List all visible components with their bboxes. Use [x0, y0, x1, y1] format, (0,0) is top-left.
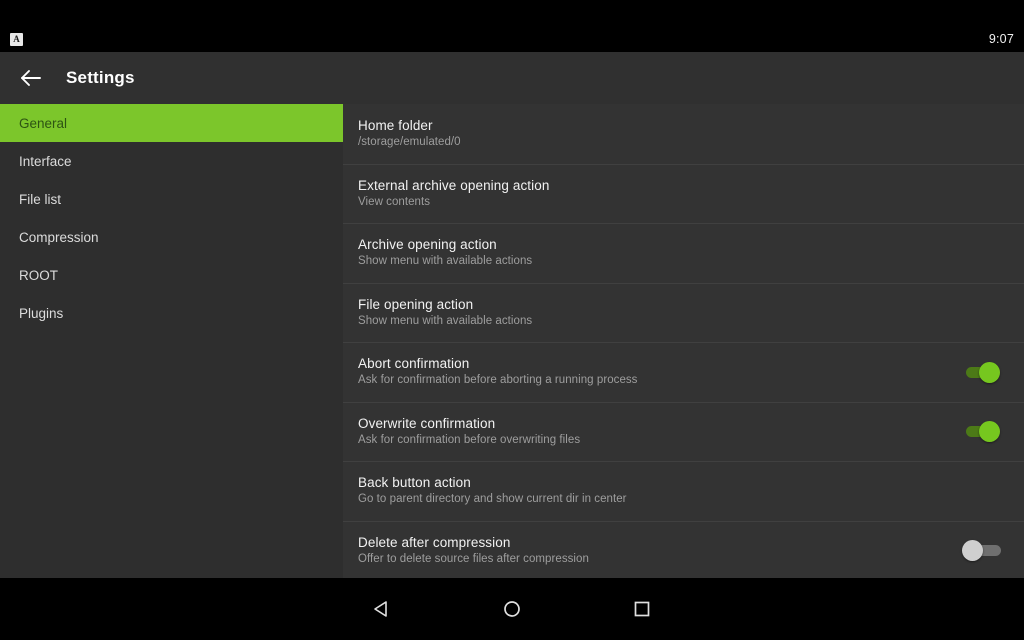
status-bar-clock: 9:07	[988, 32, 1014, 46]
setting-title: External archive opening action	[358, 177, 550, 193]
setting-row-texts: External archive opening action View con…	[358, 177, 1004, 210]
setting-subtitle: Ask for confirmation before aborting a r…	[358, 374, 638, 387]
setting-row-abort-confirmation[interactable]: Abort confirmation Ask for confirmation …	[343, 342, 1024, 402]
content-area: General Interface File list Compression …	[0, 104, 1024, 578]
setting-row-overwrite-confirmation[interactable]: Overwrite confirmation Ask for confirmat…	[343, 401, 1024, 462]
toggle-knob	[962, 540, 983, 562]
setting-row-home-folder[interactable]: Home folder /storage/emulated/0	[343, 104, 1024, 164]
android-navigation-bar	[0, 578, 1024, 640]
toggle-delete-after-compression[interactable]	[962, 537, 1004, 563]
notification-glyph: A	[13, 34, 20, 44]
back-arrow-icon[interactable]	[18, 65, 44, 91]
toggle-knob	[979, 361, 1000, 383]
setting-subtitle: Show menu with available actions	[358, 255, 533, 268]
setting-title: Overwrite confirmation	[358, 415, 496, 431]
setting-row-texts: Delete after compression Offer to delete…	[358, 534, 962, 567]
status-bar: A 9:07	[0, 0, 1024, 52]
setting-row-archive-opening-action[interactable]: Archive opening action Show menu with av…	[343, 223, 1024, 283]
device-screen: A 9:07 Settings General Interface File l…	[0, 0, 1024, 640]
setting-title: Home folder	[358, 118, 433, 134]
toggle-knob	[979, 421, 1000, 443]
sidebar-item-label: Compression	[19, 229, 99, 245]
nav-recents-button[interactable]	[577, 578, 707, 640]
nav-back-button[interactable]	[317, 578, 447, 640]
toggle-abort-confirmation[interactable]	[962, 359, 1004, 385]
page-title: Settings	[66, 68, 135, 87]
app-notification-icon: A	[10, 33, 23, 46]
nav-home-button[interactable]	[447, 578, 577, 640]
settings-list: Home folder /storage/emulated/0 External…	[343, 104, 1024, 578]
setting-subtitle: Show menu with available actions	[358, 314, 533, 327]
sidebar-item-plugins[interactable]: Plugins	[0, 294, 343, 332]
setting-row-texts: Home folder /storage/emulated/0	[358, 117, 1004, 150]
setting-row-texts: File opening action Show menu with avail…	[358, 296, 1004, 329]
sidebar-item-general[interactable]: General	[0, 104, 343, 142]
sidebar-item-interface[interactable]: Interface	[0, 142, 343, 180]
settings-sidebar: General Interface File list Compression …	[0, 104, 343, 578]
setting-row-texts: Back button action Go to parent director…	[358, 474, 1004, 507]
setting-title: Archive opening action	[358, 237, 497, 253]
setting-subtitle: Go to parent directory and show current …	[358, 493, 627, 506]
sidebar-item-label: General	[19, 115, 68, 131]
toggle-overwrite-confirmation[interactable]	[962, 418, 1004, 444]
setting-subtitle: /storage/emulated/0	[358, 136, 461, 149]
setting-row-texts: Overwrite confirmation Ask for confirmat…	[358, 415, 962, 448]
setting-row-external-archive-opening-action[interactable]: External archive opening action View con…	[343, 163, 1024, 224]
setting-row-texts: Abort confirmation Ask for confirmation …	[358, 355, 962, 388]
setting-title: File opening action	[358, 296, 474, 312]
setting-title: Abort confirmation	[358, 356, 470, 372]
sidebar-item-compression[interactable]: Compression	[0, 218, 343, 256]
setting-row-texts: Archive opening action Show menu with av…	[358, 236, 1004, 269]
sidebar-item-root[interactable]: ROOT	[0, 256, 343, 294]
sidebar-item-label: File list	[19, 191, 62, 207]
sidebar-item-file-list[interactable]: File list	[0, 180, 343, 218]
setting-row-delete-after-compression[interactable]: Delete after compression Offer to delete…	[343, 520, 1024, 579]
setting-title: Back button action	[358, 475, 471, 491]
status-bar-left: A	[10, 33, 23, 46]
sidebar-item-label: Plugins	[19, 305, 64, 321]
sidebar-item-label: ROOT	[19, 267, 58, 283]
setting-row-file-opening-action[interactable]: File opening action Show menu with avail…	[343, 282, 1024, 343]
setting-subtitle: Ask for confirmation before overwriting …	[358, 433, 581, 446]
sidebar-item-label: Interface	[19, 153, 72, 169]
setting-title: Delete after compression	[358, 534, 511, 550]
setting-row-back-button-action[interactable]: Back button action Go to parent director…	[343, 461, 1024, 521]
app-toolbar: Settings	[0, 52, 1024, 104]
setting-subtitle: Offer to delete source files after compr…	[358, 552, 589, 565]
setting-subtitle: View contents	[358, 195, 431, 208]
